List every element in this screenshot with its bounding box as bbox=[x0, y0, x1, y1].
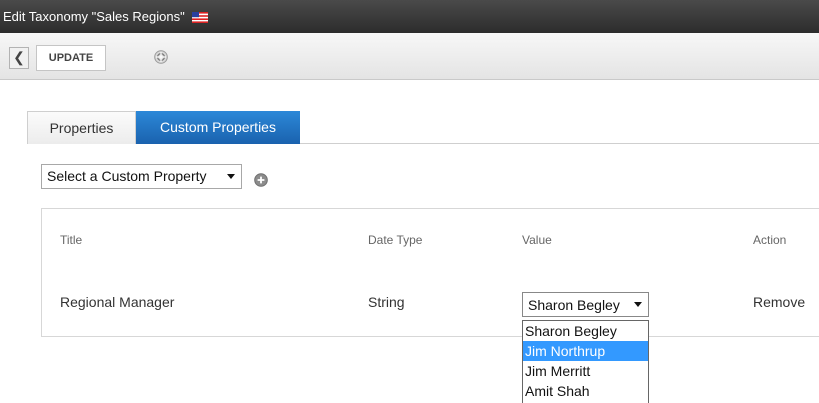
column-header-action: Action bbox=[753, 233, 787, 247]
tab-custom-properties[interactable]: Custom Properties bbox=[136, 111, 300, 144]
toolbar: ❮ UPDATE bbox=[0, 33, 819, 80]
value-select[interactable]: Sharon Begley bbox=[522, 292, 649, 317]
dropdown-arrow-icon bbox=[227, 174, 235, 179]
back-button[interactable]: ❮ bbox=[9, 47, 29, 69]
add-circle-icon[interactable] bbox=[254, 173, 268, 192]
remove-link[interactable]: Remove bbox=[753, 294, 805, 310]
help-icon[interactable] bbox=[154, 50, 168, 69]
dropdown-arrow-icon bbox=[634, 302, 642, 307]
us-flag-icon bbox=[192, 11, 209, 26]
custom-property-select[interactable]: Select a Custom Property bbox=[41, 164, 242, 189]
dropdown-option-highlighted[interactable]: Jim Northrup bbox=[523, 341, 648, 361]
dropdown-option[interactable]: Sharon Begley bbox=[523, 321, 648, 341]
update-button[interactable]: UPDATE bbox=[36, 45, 106, 71]
chevron-left-icon: ❮ bbox=[13, 49, 25, 65]
dropdown-option[interactable]: Jim Merritt bbox=[523, 361, 648, 381]
custom-property-select-value: Select a Custom Property bbox=[47, 168, 207, 184]
tab-properties[interactable]: Properties bbox=[27, 111, 136, 144]
window-titlebar: Edit Taxonomy "Sales Regions" bbox=[0, 0, 819, 33]
row-title: Regional Manager bbox=[60, 294, 175, 310]
row-data-type: String bbox=[368, 294, 405, 310]
custom-properties-panel bbox=[41, 208, 819, 337]
column-header-data-type: Date Type bbox=[368, 233, 423, 247]
column-header-value: Value bbox=[522, 233, 552, 247]
dropdown-option[interactable]: Amit Shah bbox=[523, 381, 648, 401]
column-header-title: Title bbox=[60, 233, 83, 247]
window-title: Edit Taxonomy "Sales Regions" bbox=[3, 9, 185, 24]
value-dropdown-list: Sharon Begley Jim Northrup Jim Merritt A… bbox=[522, 320, 649, 403]
value-select-current: Sharon Begley bbox=[528, 297, 620, 313]
